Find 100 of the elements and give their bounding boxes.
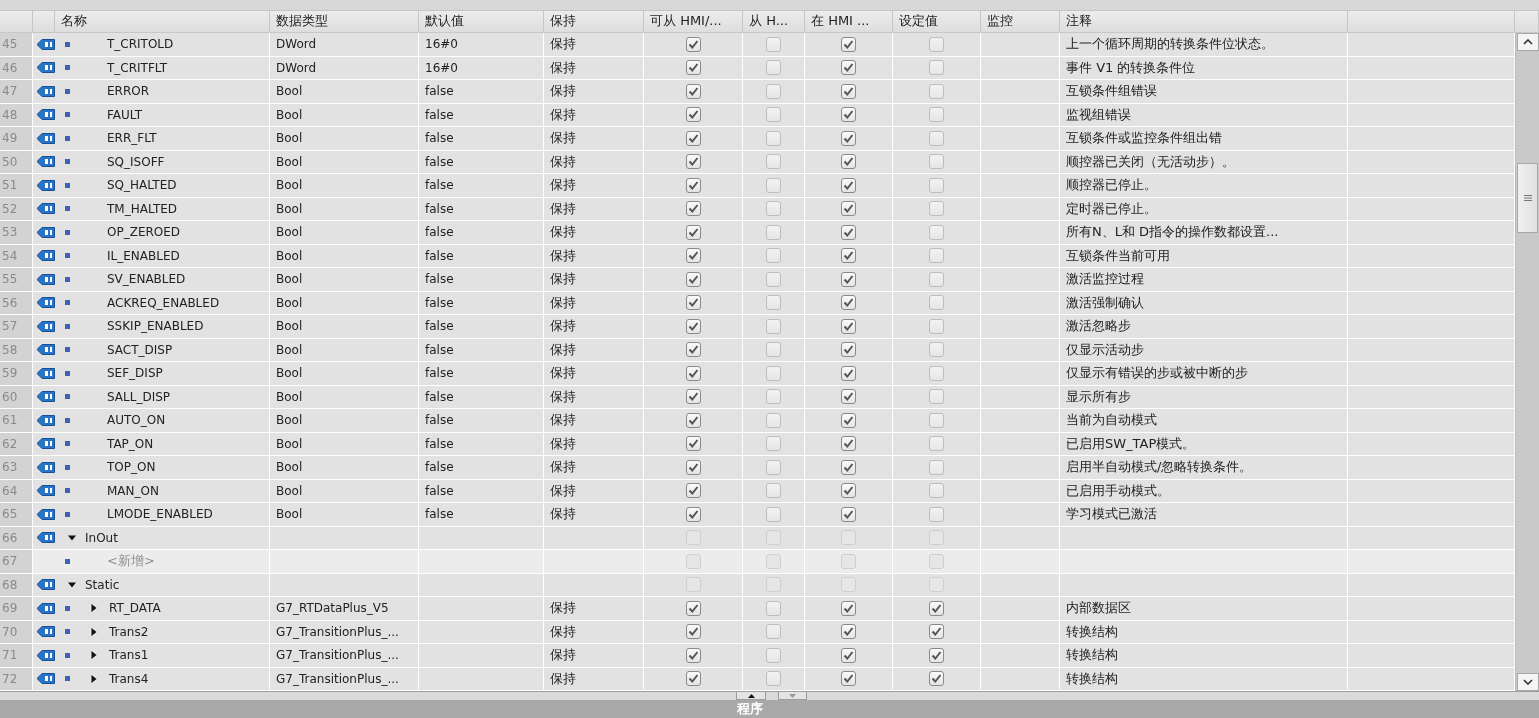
- checkbox[interactable]: [841, 436, 856, 452]
- column-header[interactable]: 可从 HMI/...: [650, 12, 722, 31]
- checkbox[interactable]: [766, 177, 781, 193]
- checkbox[interactable]: [766, 295, 781, 311]
- checkbox[interactable]: [929, 107, 944, 123]
- checkbox[interactable]: [929, 483, 944, 499]
- checkbox[interactable]: [841, 224, 856, 240]
- checkbox[interactable]: [766, 647, 781, 663]
- checkbox[interactable]: [685, 107, 701, 123]
- checkbox[interactable]: [685, 36, 701, 52]
- column-header[interactable]: 从 H...: [749, 12, 789, 31]
- checkbox[interactable]: [685, 201, 701, 217]
- checkbox[interactable]: [685, 154, 701, 170]
- checkbox[interactable]: [841, 271, 856, 287]
- checkbox[interactable]: [841, 154, 856, 170]
- checkbox[interactable]: [841, 600, 856, 616]
- column-header[interactable]: 保持: [550, 12, 576, 31]
- checkbox[interactable]: [685, 248, 701, 264]
- checkbox[interactable]: [929, 271, 944, 287]
- checkbox[interactable]: [841, 624, 856, 640]
- checkbox[interactable]: [685, 318, 701, 334]
- column-header[interactable]: 默认值: [425, 12, 464, 31]
- checkbox[interactable]: [841, 459, 856, 475]
- checkbox[interactable]: [841, 177, 856, 193]
- checkbox[interactable]: [766, 671, 781, 687]
- checkbox[interactable]: [929, 318, 944, 334]
- checkbox[interactable]: [685, 295, 701, 311]
- checkbox[interactable]: [929, 248, 944, 264]
- checkbox[interactable]: [766, 154, 781, 170]
- checkbox[interactable]: [841, 83, 856, 99]
- checkbox[interactable]: [929, 459, 944, 475]
- checkbox[interactable]: [766, 107, 781, 123]
- checkbox[interactable]: [685, 506, 701, 522]
- checkbox[interactable]: [841, 107, 856, 123]
- checkbox[interactable]: [685, 436, 701, 452]
- expand-caret-icon[interactable]: [90, 651, 98, 660]
- column-header[interactable]: 在 HMI ...: [811, 12, 870, 31]
- checkbox[interactable]: [929, 624, 944, 640]
- checkbox[interactable]: [766, 600, 781, 616]
- checkbox[interactable]: [766, 342, 781, 358]
- checkbox[interactable]: [766, 412, 781, 428]
- checkbox[interactable]: [929, 177, 944, 193]
- checkbox[interactable]: [841, 389, 856, 405]
- checkbox[interactable]: [929, 365, 944, 381]
- checkbox[interactable]: [841, 36, 856, 52]
- checkbox[interactable]: [841, 60, 856, 76]
- checkbox[interactable]: [685, 671, 701, 687]
- column-header[interactable]: 数据类型: [276, 12, 328, 31]
- checkbox[interactable]: [685, 177, 701, 193]
- splitter-up-button[interactable]: [736, 692, 766, 701]
- checkbox[interactable]: [841, 671, 856, 687]
- checkbox[interactable]: [685, 412, 701, 428]
- column-header[interactable]: 设定值: [899, 12, 938, 31]
- checkbox[interactable]: [929, 389, 944, 405]
- checkbox[interactable]: [766, 130, 781, 146]
- checkbox[interactable]: [685, 600, 701, 616]
- checkbox[interactable]: [685, 624, 701, 640]
- column-header[interactable]: 名称: [61, 12, 87, 31]
- checkbox[interactable]: [841, 647, 856, 663]
- checkbox[interactable]: [685, 483, 701, 499]
- checkbox[interactable]: [929, 36, 944, 52]
- checkbox[interactable]: [766, 624, 781, 640]
- checkbox[interactable]: [929, 647, 944, 663]
- checkbox[interactable]: [685, 271, 701, 287]
- checkbox[interactable]: [766, 506, 781, 522]
- column-header[interactable]: 监控: [987, 12, 1013, 31]
- checkbox[interactable]: [841, 130, 856, 146]
- checkbox[interactable]: [929, 295, 944, 311]
- checkbox[interactable]: [841, 483, 856, 499]
- checkbox[interactable]: [929, 506, 944, 522]
- scroll-down-button[interactable]: [1517, 673, 1539, 692]
- checkbox[interactable]: [766, 248, 781, 264]
- checkbox[interactable]: [841, 295, 856, 311]
- checkbox[interactable]: [685, 130, 701, 146]
- checkbox[interactable]: [685, 365, 701, 381]
- expand-caret-icon[interactable]: [90, 674, 98, 683]
- checkbox[interactable]: [685, 224, 701, 240]
- checkbox[interactable]: [766, 318, 781, 334]
- checkbox[interactable]: [929, 342, 944, 358]
- checkbox[interactable]: [685, 459, 701, 475]
- checkbox[interactable]: [841, 506, 856, 522]
- checkbox[interactable]: [766, 483, 781, 499]
- checkbox[interactable]: [841, 342, 856, 358]
- checkbox[interactable]: [766, 389, 781, 405]
- checkbox[interactable]: [766, 83, 781, 99]
- checkbox[interactable]: [766, 201, 781, 217]
- checkbox[interactable]: [766, 224, 781, 240]
- checkbox[interactable]: [685, 83, 701, 99]
- checkbox[interactable]: [929, 154, 944, 170]
- checkbox[interactable]: [685, 647, 701, 663]
- expand-caret-icon[interactable]: [90, 604, 98, 613]
- checkbox[interactable]: [929, 83, 944, 99]
- checkbox[interactable]: [929, 201, 944, 217]
- checkbox[interactable]: [841, 318, 856, 334]
- checkbox[interactable]: [929, 436, 944, 452]
- checkbox[interactable]: [766, 271, 781, 287]
- checkbox[interactable]: [929, 60, 944, 76]
- checkbox[interactable]: [766, 365, 781, 381]
- checkbox[interactable]: [929, 130, 944, 146]
- checkbox[interactable]: [685, 342, 701, 358]
